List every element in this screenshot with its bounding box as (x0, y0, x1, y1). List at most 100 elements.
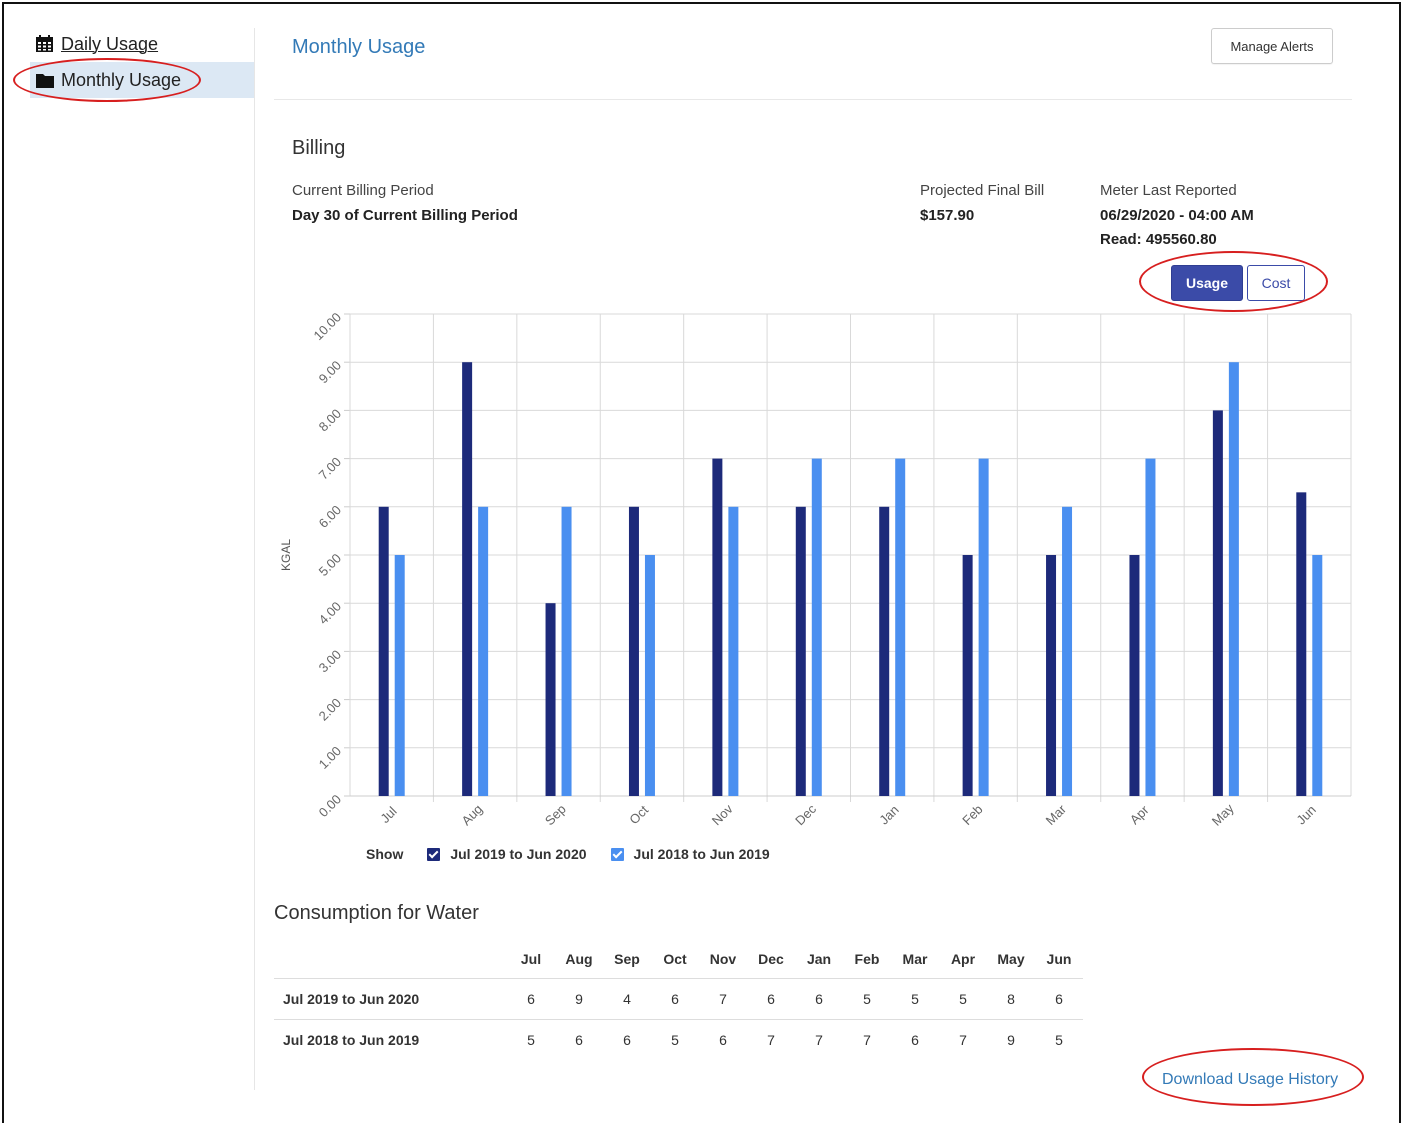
chart-bar[interactable] (628, 506, 639, 796)
chart-bar[interactable] (394, 555, 405, 796)
sidebar-item-label: Monthly Usage (61, 69, 182, 90)
y-tick-label: 1.00 (316, 743, 345, 772)
table-header-month: Apr (950, 951, 976, 967)
table-header-month: Aug (565, 951, 593, 967)
legend-show-label: Show (366, 846, 404, 862)
y-axis-title: KGAL (279, 539, 293, 571)
x-tick-label: Jul (377, 804, 399, 826)
chart-bar[interactable] (879, 506, 890, 796)
table-header-month: Mar (902, 951, 928, 967)
y-tick-label: 5.00 (316, 551, 345, 580)
chart-bar[interactable] (1296, 492, 1307, 796)
table-cell: 7 (843, 1019, 891, 1060)
chart-bar[interactable] (1312, 555, 1323, 796)
x-tick-label: Aug (458, 801, 485, 828)
legend-item-previous-year[interactable]: Jul 2018 to Jun 2019 (610, 846, 770, 862)
chart-bar[interactable] (1046, 555, 1057, 796)
sidebar-item-monthly-usage[interactable]: Monthly Usage (30, 62, 254, 98)
table-cell: 6 (603, 1019, 651, 1060)
billing-title: Billing (292, 137, 346, 159)
usage-button[interactable]: Usage (1171, 265, 1243, 301)
x-tick-label: Dec (792, 801, 819, 828)
chart-bar[interactable] (978, 458, 989, 796)
x-tick-label: Apr (1127, 802, 1152, 827)
table-cell: 6 (795, 978, 843, 1020)
y-tick-label: 7.00 (316, 454, 345, 483)
sidebar-item-daily-usage[interactable]: Daily Usage (30, 26, 254, 62)
chart-bar[interactable] (1062, 506, 1073, 796)
table-header-row: Jul Aug Sep Oct Nov Dec Jan Feb Mar Apr … (274, 940, 1083, 979)
y-tick-label: 4.00 (316, 599, 345, 628)
chart-bar[interactable] (1145, 458, 1156, 796)
usage-cost-toggle: Usage Cost (1171, 265, 1305, 301)
sidebar: Daily Usage Monthly Usage (30, 26, 254, 98)
monthly-usage-chart: 0.00 1.00 2.00 3.00 4.00 5.00 6.00 7.00 8.00 9.00… (279, 310, 1352, 829)
table-cell: 6 (507, 978, 555, 1020)
table-header-month: Feb (854, 951, 880, 967)
table-header-month: Sep (614, 951, 640, 967)
sidebar-item-label: Daily Usage (61, 33, 159, 54)
table-cell: 7 (939, 1019, 987, 1060)
manage-alerts-button[interactable]: Manage Alerts (1211, 28, 1333, 64)
table-cell: 6 (747, 978, 795, 1020)
table-header-blank (274, 940, 507, 979)
chart-bar[interactable] (478, 506, 489, 796)
table-cell: 5 (939, 978, 987, 1020)
table-cell: 6 (891, 1019, 939, 1060)
table-cell: 7 (747, 1019, 795, 1060)
chart-bar[interactable] (378, 506, 389, 796)
x-tick-label: Jun (1293, 802, 1318, 827)
table-cell: 6 (555, 1019, 603, 1060)
table-header-month: Oct (663, 951, 687, 967)
header-divider (274, 99, 1352, 100)
chart-bar[interactable] (728, 506, 739, 796)
meter-read-value: Read: 495560.80 (1100, 231, 1217, 248)
table-header-month: Jul (520, 951, 542, 967)
chart-bar[interactable] (644, 555, 655, 796)
table-cell: 5 (891, 978, 939, 1020)
y-tick-label: 3.00 (316, 647, 345, 676)
chart-bar[interactable] (545, 603, 556, 796)
table-header-month: Jan (806, 951, 832, 967)
chart-bar[interactable] (462, 362, 473, 796)
y-tick-label: 9.00 (316, 358, 345, 387)
projected-final-bill-value: $157.90 (920, 207, 975, 224)
table-cell: 6 (1035, 978, 1083, 1020)
chart-bar[interactable] (1212, 410, 1223, 796)
chart-bar[interactable] (1228, 362, 1239, 796)
chart-bar[interactable] (712, 458, 723, 796)
legend-checkbox-previous-year[interactable] (610, 847, 624, 861)
meter-last-reported-label: Meter Last Reported (1100, 182, 1237, 199)
table-cell: 5 (1035, 1019, 1083, 1060)
chart-bar[interactable] (795, 506, 806, 796)
table-cell: 8 (987, 978, 1035, 1020)
chart-bar[interactable] (895, 458, 906, 796)
cost-button[interactable]: Cost (1247, 265, 1305, 301)
x-tick-label: Sep (542, 801, 569, 828)
legend-label: Jul 2018 to Jun 2019 (633, 846, 770, 862)
y-tick-label: 2.00 (316, 695, 345, 724)
download-usage-history-link[interactable]: Download Usage History (1162, 1071, 1338, 1089)
chart-bar[interactable] (811, 458, 822, 796)
consumption-title: Consumption for Water (274, 902, 479, 924)
current-billing-period-value: Day 30 of Current Billing Period (292, 207, 518, 224)
table-cell: 7 (795, 1019, 843, 1060)
chart-bar[interactable] (561, 506, 572, 796)
x-tick-label: Nov (709, 801, 736, 828)
legend-checkbox-current-year[interactable] (427, 847, 441, 861)
projected-final-bill-label: Projected Final Bill (920, 182, 1045, 199)
x-tick-label: Oct (626, 802, 651, 827)
legend-item-current-year[interactable]: Jul 2019 to Jun 2020 (427, 846, 587, 862)
x-tick-label: Feb (959, 802, 985, 828)
x-tick-label: May (1209, 800, 1237, 828)
row-label: Jul 2019 to Jun 2020 (274, 978, 507, 1020)
table-header-month: Nov (709, 951, 737, 967)
meter-last-reported-datetime: 06/29/2020 - 04:00 AM (1100, 207, 1254, 224)
table-cell: 6 (651, 978, 699, 1020)
table-cell: 5 (843, 978, 891, 1020)
chart-bar[interactable] (962, 555, 973, 796)
table-cell: 9 (987, 1019, 1035, 1060)
calendar-icon (35, 35, 55, 53)
chart-bar[interactable] (1129, 555, 1140, 796)
legend-label: Jul 2019 to Jun 2020 (450, 846, 587, 862)
